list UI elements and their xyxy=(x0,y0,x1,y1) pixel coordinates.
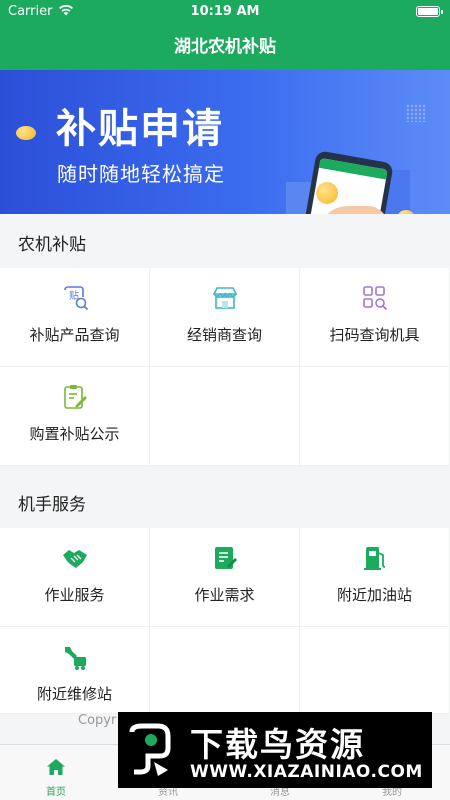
cell-label: 作业服务 xyxy=(44,586,105,604)
subsidy-search-icon: 贴 xyxy=(64,286,89,311)
gas-station-icon xyxy=(364,547,386,570)
dealer-query[interactable]: 经销商查询 xyxy=(150,268,300,367)
page-title: 湖北农机补贴 xyxy=(174,37,276,57)
subsidy-product-query[interactable]: 贴 补贴产品查询 xyxy=(0,268,150,367)
banner-title: 补贴申请 xyxy=(56,106,224,152)
operation-demand[interactable]: 作业需求 xyxy=(150,528,300,627)
battery-icon xyxy=(416,6,443,17)
purchase-subsidy-notice[interactable]: 购置补贴公示 xyxy=(0,367,150,466)
decor-dots xyxy=(406,104,426,122)
watermark-overlay: 下载鸟资源 WWW.XIAZAINIAO.COM xyxy=(118,712,432,788)
home-icon xyxy=(47,759,65,775)
cell-label: 补贴产品查询 xyxy=(29,326,120,344)
copyright-text: Copyr xyxy=(78,713,117,728)
subsidy-application-banner[interactable]: 补贴申请 随时随地轻松搞定 xyxy=(0,70,450,214)
section-header-operator-service: 机手服务 xyxy=(0,466,450,528)
cell-label: 作业需求 xyxy=(194,586,255,604)
tab-label: 首页 xyxy=(46,787,66,798)
clock: 10:19 AM xyxy=(190,4,260,19)
coin-icon xyxy=(16,126,36,140)
watermark-title: 下载鸟资源 xyxy=(190,725,365,764)
nearby-repair-station[interactable]: 附近维修站 xyxy=(0,627,150,714)
scan-query-machinery[interactable]: 扫码查询机具 xyxy=(300,268,450,367)
section-header-machinery-subsidy: 农机补贴 xyxy=(0,214,450,268)
empty-cell xyxy=(300,367,450,466)
qr-scan-icon xyxy=(363,286,388,311)
machinery-subsidy-grid: 贴 补贴产品查询 经销商查询 扫码查询机具 购置补贴公示 xyxy=(0,268,450,466)
cell-label: 附近加油站 xyxy=(336,586,412,604)
bird-logo-icon xyxy=(124,722,176,778)
repair-icon xyxy=(65,647,86,670)
section-title: 农机补贴 xyxy=(18,235,86,255)
empty-cell xyxy=(300,627,450,714)
cell-label: 扫码查询机具 xyxy=(329,326,420,344)
operation-service[interactable]: 作业服务 xyxy=(0,528,150,627)
phone-illustration xyxy=(296,150,394,214)
status-bar: Carrier 10:19 AM xyxy=(0,0,450,24)
empty-cell xyxy=(150,627,300,714)
cell-label: 购置补贴公示 xyxy=(29,425,120,443)
handshake-icon xyxy=(63,550,87,568)
section-title: 机手服务 xyxy=(18,495,86,515)
coin-icon xyxy=(316,182,338,204)
document-edit-icon xyxy=(215,547,237,569)
nearby-gas-station[interactable]: 附近加油站 xyxy=(300,528,450,627)
watermark-url: WWW.XIAZAINIAO.COM xyxy=(190,762,423,782)
cell-label: 附近维修站 xyxy=(36,685,112,703)
banner-subtitle: 随时随地轻松搞定 xyxy=(57,162,225,186)
store-icon xyxy=(212,287,238,309)
tab-home[interactable]: 首页 xyxy=(0,745,112,800)
clipboard-edit-icon xyxy=(64,385,87,409)
empty-cell xyxy=(150,367,300,466)
operator-service-grid: 作业服务 作业需求 附近加油站 附近维修站 xyxy=(0,528,450,714)
cell-label: 经销商查询 xyxy=(186,326,262,344)
nav-bar: 湖北农机补贴 xyxy=(0,24,450,70)
